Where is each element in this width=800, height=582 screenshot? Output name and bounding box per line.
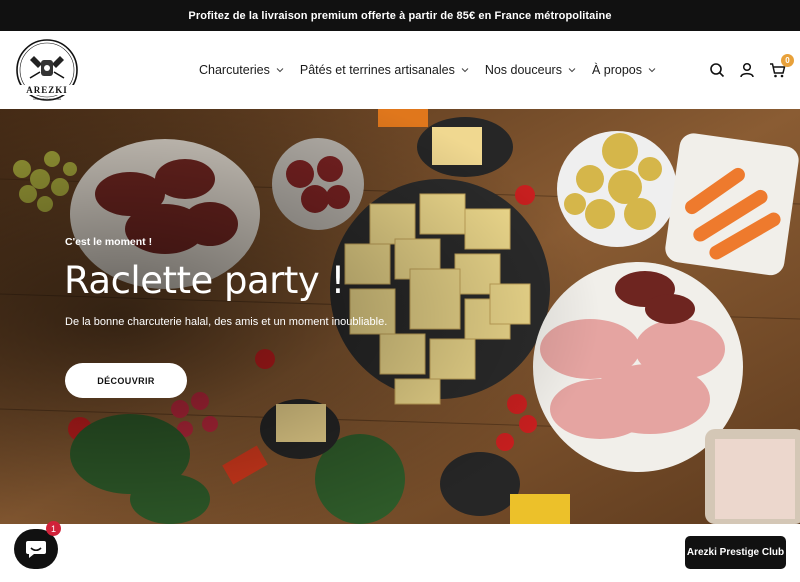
prestige-club-button[interactable]: Arezki Prestige Club [685,536,786,569]
nav-item-charcuteries[interactable]: Charcuteries [199,63,284,77]
nav-item-pates-terrines[interactable]: Pâtés et terrines artisanales [300,63,469,77]
discover-button[interactable]: DÉCOUVRIR [65,363,187,398]
nav-item-label: Pâtés et terrines artisanales [299,63,455,77]
user-icon [740,62,754,78]
account-button[interactable] [738,61,756,79]
search-button[interactable] [708,61,726,79]
logo-tagline: Artisan charcutier · halal [33,97,61,101]
hero-subtitle: De la bonne charcuterie halal, des amis … [65,316,388,328]
main-nav: Charcuteries Pâtés et terrines artisanal… [199,31,656,109]
chevron-down-icon [276,68,284,73]
site-header: AREZKI Artisan charcutier · halal Charcu… [0,31,800,109]
search-icon [710,63,725,78]
chevron-down-icon [461,68,469,73]
cart-count-badge: 0 [781,54,794,67]
hero-kicker: C'est le moment ! [65,236,153,248]
nav-item-label: À propos [591,63,642,77]
page-bottom [0,524,800,582]
brand-logo[interactable]: AREZKI Artisan charcutier · halal [12,38,82,104]
cart-button[interactable]: 0 [768,54,794,79]
chat-icon [26,541,46,558]
announcement-text: Profitez de la livraison premium offerte… [188,9,612,22]
hero-title: Raclette party ! [64,259,345,302]
logo-wordmark: AREZKI [26,85,68,95]
chevron-down-icon [648,68,656,73]
header-icons: 0 [708,31,794,109]
hero-banner: C'est le moment ! Raclette party ! De la… [0,109,800,524]
announcement-bar: Profitez de la livraison premium offerte… [0,0,800,31]
chevron-down-icon [568,68,576,73]
nav-item-douceurs[interactable]: Nos douceurs [485,63,576,77]
nav-item-a-propos[interactable]: À propos [592,63,656,77]
nav-item-label: Charcuteries [199,63,270,77]
chat-unread-badge: 1 [46,521,61,536]
nav-item-label: Nos douceurs [484,63,562,77]
